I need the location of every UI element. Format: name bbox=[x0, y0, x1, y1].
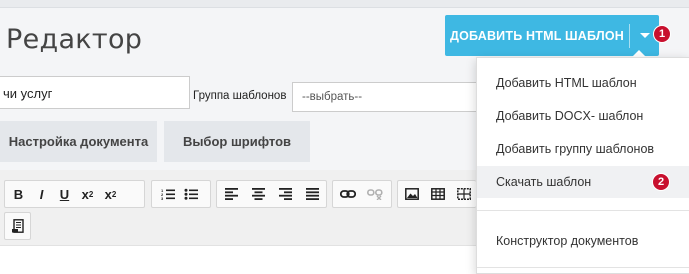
menu-item-add-template-group[interactable]: Добавить группу шаблонов bbox=[477, 133, 689, 165]
list-group: 123 bbox=[151, 180, 211, 208]
italic-button[interactable]: I bbox=[30, 182, 53, 206]
tab-label: Выбор шрифтов bbox=[182, 134, 292, 149]
subscript-letter: x bbox=[81, 186, 89, 202]
superscript-letter: x bbox=[104, 186, 112, 202]
menu-divider bbox=[477, 267, 689, 268]
tab-font-selection[interactable]: Выбор шрифтов bbox=[164, 121, 310, 162]
align-justify-icon[interactable] bbox=[301, 182, 324, 206]
border-icon[interactable] bbox=[452, 182, 475, 206]
bold-button[interactable]: B bbox=[7, 182, 30, 206]
numbered-list-icon[interactable]: 123 bbox=[156, 182, 179, 206]
service-name-input[interactable]: чи услуг bbox=[0, 76, 190, 109]
add-html-template-button[interactable]: ДОБАВИТЬ HTML ШАБЛОН bbox=[445, 15, 659, 56]
align-right-icon[interactable] bbox=[274, 182, 297, 206]
tab-label: Настройка документа bbox=[8, 134, 149, 149]
svg-text:3: 3 bbox=[161, 196, 164, 201]
superscript-button[interactable]: x2 bbox=[99, 182, 122, 206]
editor-content-preview bbox=[92, 266, 472, 274]
align-center-icon[interactable] bbox=[247, 182, 270, 206]
format-group: B I U x2 x2 bbox=[4, 180, 145, 208]
template-group-label: Группа шаблонов bbox=[193, 90, 287, 102]
subscript-mark: 2 bbox=[88, 189, 94, 199]
top-bar bbox=[0, 0, 689, 8]
link-group bbox=[332, 180, 392, 208]
page-source-icon[interactable] bbox=[6, 214, 29, 238]
bulleted-list-icon[interactable] bbox=[179, 182, 202, 206]
align-left-icon[interactable] bbox=[220, 182, 243, 206]
unlink-icon[interactable] bbox=[363, 182, 386, 206]
menu-item-add-html-template[interactable]: Добавить HTML шаблон bbox=[477, 67, 689, 99]
align-group bbox=[216, 180, 327, 208]
chevron-down-icon bbox=[639, 33, 650, 38]
dropdown-arrow bbox=[632, 50, 646, 57]
subscript-button[interactable]: x2 bbox=[76, 182, 99, 206]
link-icon[interactable] bbox=[336, 182, 359, 206]
menu-item-document-constructor[interactable]: Конструктор документов bbox=[477, 225, 689, 257]
menu-item-add-docx-template[interactable]: Добавить DOCX- шаблон bbox=[477, 100, 689, 132]
superscript-mark: 2 bbox=[111, 189, 117, 199]
insert-group bbox=[397, 180, 476, 208]
tab-document-settings[interactable]: Настройка документа bbox=[0, 121, 157, 162]
table-icon[interactable] bbox=[426, 182, 449, 206]
image-icon[interactable] bbox=[400, 182, 423, 206]
step-badge-1: 1 bbox=[653, 25, 671, 43]
underline-button[interactable]: U bbox=[53, 182, 76, 206]
add-html-template-label[interactable]: ДОБАВИТЬ HTML ШАБЛОН bbox=[445, 29, 629, 43]
editor-toolbar: B I U x2 x2 123 bbox=[0, 170, 476, 246]
page-title: Редактор bbox=[6, 24, 143, 55]
template-dropdown-menu: Добавить HTML шаблон Добавить DOCX- шабл… bbox=[476, 57, 689, 274]
source-group bbox=[4, 212, 31, 240]
step-badge-2: 2 bbox=[652, 173, 670, 191]
template-group-select[interactable]: --выбрать-- bbox=[292, 82, 492, 112]
menu-divider bbox=[477, 210, 689, 211]
